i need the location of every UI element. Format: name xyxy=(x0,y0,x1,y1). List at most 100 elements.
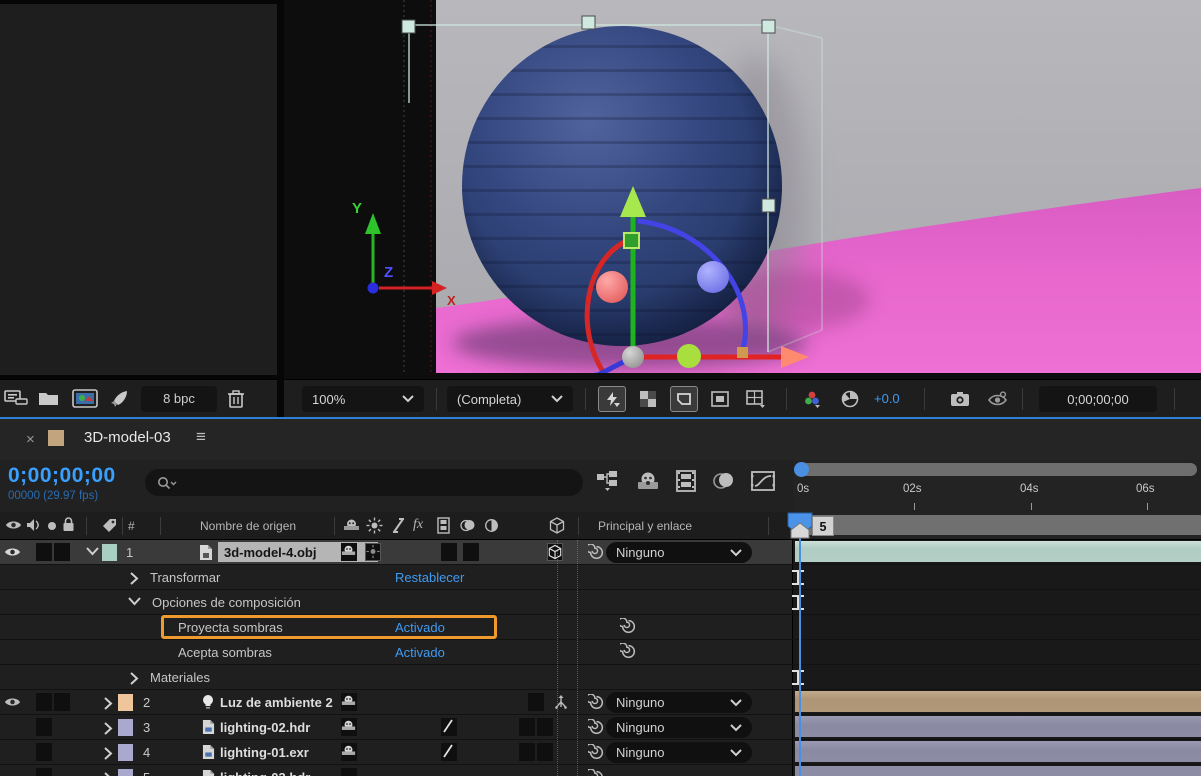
layer-name[interactable]: lighting-03.hdr xyxy=(220,770,310,776)
3d-layer-switch-icon[interactable] xyxy=(549,517,565,534)
solo-well[interactable] xyxy=(36,718,52,736)
table-row[interactable]: 3 lighting-02.hdr Ninguno xyxy=(0,715,1201,740)
quality-switch[interactable] xyxy=(441,743,457,761)
property-group-label[interactable]: Transformar xyxy=(150,570,220,585)
table-row[interactable]: Opciones de composición xyxy=(0,590,1201,615)
parent-pick-whip-icon[interactable] xyxy=(588,744,605,761)
layer-duration-bar[interactable] xyxy=(795,691,1201,712)
layer-color-swatch[interactable] xyxy=(118,744,133,761)
hide-shy-layers-icon[interactable] xyxy=(635,470,661,492)
table-row[interactable]: 4 lighting-01.exr Ninguno xyxy=(0,740,1201,765)
table-row[interactable]: Acepta sombras Activado xyxy=(0,640,1201,665)
property-pick-whip-icon[interactable] xyxy=(620,618,637,635)
layer-duration-bar[interactable] xyxy=(795,741,1201,762)
audio-column-speaker-icon[interactable] xyxy=(26,518,41,532)
region-of-interest-button[interactable] xyxy=(670,386,698,412)
property-group-label[interactable]: Materiales xyxy=(150,670,210,685)
motion-blur-well[interactable] xyxy=(537,743,553,761)
search-input[interactable] xyxy=(145,469,583,496)
parent-dropdown[interactable]: Ninguno xyxy=(606,742,752,763)
solo-well[interactable] xyxy=(36,543,52,561)
property-label[interactable]: Acepta sombras xyxy=(178,645,272,660)
chevron-right-icon[interactable] xyxy=(104,772,113,776)
shy-switch[interactable] xyxy=(341,718,357,736)
exposure-reset-icon[interactable] xyxy=(836,386,864,412)
frame-blend-well[interactable] xyxy=(519,718,535,736)
chevron-right-icon[interactable] xyxy=(104,747,113,760)
trash-icon[interactable] xyxy=(227,389,245,409)
close-tab-icon[interactable]: × xyxy=(26,431,35,448)
solo-column-icon[interactable] xyxy=(47,521,57,531)
interpret-footage-icon[interactable] xyxy=(4,389,28,407)
transparency-grid-button[interactable] xyxy=(634,386,662,412)
layer-name[interactable]: lighting-01.exr xyxy=(220,745,309,760)
show-snapshot-eye-icon[interactable] xyxy=(984,386,1012,412)
solo-well[interactable] xyxy=(36,743,52,761)
collapse-transformations-icon[interactable] xyxy=(366,517,383,534)
tab-comp-title[interactable]: 3D-model-03 xyxy=(84,429,171,446)
resolution-dropdown[interactable]: (Completa) xyxy=(447,386,573,412)
lock-well[interactable] xyxy=(54,693,70,711)
video-column-eye-icon[interactable] xyxy=(5,519,22,531)
parent-dropdown[interactable]: Ninguno xyxy=(606,692,752,713)
lock-well[interactable] xyxy=(54,543,70,561)
project-panel-body[interactable] xyxy=(0,4,277,375)
motion-blur-well[interactable] xyxy=(537,718,553,736)
work-area-bar[interactable] xyxy=(793,515,1201,535)
layer-duration-bar[interactable] xyxy=(795,766,1201,776)
table-row[interactable]: Proyecta sombras Activado xyxy=(0,615,1201,640)
layer-color-swatch[interactable] xyxy=(102,544,117,561)
motion-blur-well[interactable] xyxy=(528,693,544,711)
column-divider-dotted[interactable] xyxy=(577,540,578,776)
exposure-value[interactable]: +0.0 xyxy=(874,391,900,406)
comp-mini-flowchart-icon[interactable] xyxy=(596,470,622,492)
new-composition-icon[interactable] xyxy=(72,389,98,408)
solo-well[interactable] xyxy=(36,693,52,711)
effects-fx-icon[interactable]: fx xyxy=(413,517,423,533)
preview-time-display[interactable]: 0;00;00;00 xyxy=(1039,386,1157,412)
motion-blur-icon[interactable] xyxy=(711,470,737,492)
property-pick-whip-icon[interactable] xyxy=(620,643,637,660)
visibility-eye-icon[interactable] xyxy=(4,546,21,558)
parent-dropdown[interactable]: Ninguno xyxy=(606,542,752,563)
layer-duration-bar[interactable] xyxy=(795,541,1201,562)
table-row[interactable]: 1 3d-model-4.obj Ninguno xyxy=(0,540,1201,565)
current-time-display[interactable]: 0;00;00;00 xyxy=(8,464,116,488)
index-column-label[interactable]: # xyxy=(128,519,135,533)
shy-switch[interactable] xyxy=(341,743,357,761)
3d-layer-switch[interactable] xyxy=(547,543,563,561)
navigator-start-handle[interactable] xyxy=(794,462,809,477)
shy-switch-icon[interactable] xyxy=(343,517,360,534)
chevron-down-icon[interactable] xyxy=(128,597,141,606)
chevron-down-icon[interactable] xyxy=(86,547,99,556)
fast-preview-button[interactable] xyxy=(598,386,626,412)
graph-editor-icon[interactable] xyxy=(750,470,776,492)
work-area-start-grip[interactable] xyxy=(790,522,810,539)
parent-pick-whip-icon[interactable] xyxy=(588,769,605,776)
table-row[interactable]: 2 Luz de ambiente 2 Ninguno xyxy=(0,690,1201,715)
parent-dropdown[interactable]: Ninguno xyxy=(606,717,752,738)
bit-depth-button[interactable]: 8 bpc xyxy=(141,386,217,412)
motion-blur-well[interactable] xyxy=(463,543,479,561)
column-divider-dotted[interactable] xyxy=(557,540,558,776)
property-group-label[interactable]: Opciones de composición xyxy=(152,595,301,610)
motion-blur-switch-icon[interactable] xyxy=(459,518,477,533)
quality-switch[interactable] xyxy=(441,718,457,736)
layer-name[interactable]: Luz de ambiente 2 xyxy=(220,695,333,710)
chevron-right-icon[interactable] xyxy=(130,672,139,685)
shy-switch[interactable] xyxy=(341,693,357,711)
reset-link[interactable]: Restablecer xyxy=(395,570,464,585)
source-name-column-label[interactable]: Nombre de origen xyxy=(200,519,296,533)
visibility-eye-icon[interactable] xyxy=(4,696,21,708)
chevron-right-icon[interactable] xyxy=(130,572,139,585)
quality-switch-icon[interactable] xyxy=(391,517,406,534)
lock-column-icon[interactable] xyxy=(62,517,75,532)
frame-blending-icon[interactable] xyxy=(674,470,698,492)
layer-name[interactable]: lighting-02.hdr xyxy=(220,720,310,735)
shy-switch[interactable] xyxy=(341,543,357,561)
parent-pick-whip-icon[interactable] xyxy=(588,694,605,711)
title-action-safe-button[interactable] xyxy=(706,386,734,412)
time-navigator-bar[interactable] xyxy=(795,463,1197,476)
parent-link-column-label[interactable]: Principal y enlace xyxy=(598,519,692,533)
parent-pick-whip-icon[interactable] xyxy=(588,719,605,736)
